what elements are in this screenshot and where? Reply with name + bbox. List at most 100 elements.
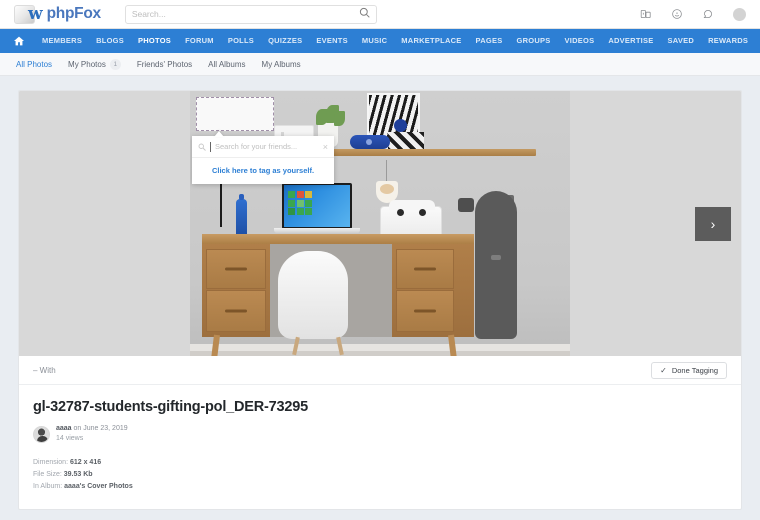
photo-blue-ball (394, 119, 407, 132)
photo-image[interactable]: Search for your friends... × Click here … (190, 91, 570, 356)
nav-item-advertise[interactable]: ADVERTISE (601, 29, 660, 53)
nav-item-music[interactable]: MUSIC (355, 29, 394, 53)
nav-item-quizzes[interactable]: QUIZZES (261, 29, 309, 53)
tag-popup: Search for your friends... × Click here … (192, 136, 334, 184)
tag-popup-close-icon[interactable]: × (323, 142, 328, 152)
photo-info: gl-32787-students-gifting-pol_DER-73295 … (19, 385, 741, 509)
nav-item-blogs[interactable]: BLOGS (89, 29, 131, 53)
nav-item-saved[interactable]: SAVED (661, 29, 702, 53)
photo-metadata: Dimension: 612 x 416 File Size: 39.53 Kb… (33, 457, 727, 493)
messages-icon[interactable] (671, 8, 683, 20)
subnav-label-all-albums: All Albums (208, 59, 246, 69)
check-icon: ✓ (660, 365, 667, 375)
photo-chair (278, 251, 348, 339)
photo-ironing-board (475, 191, 517, 339)
byline-text: aaaa on June 23, 2019 14 views (56, 424, 128, 444)
photo-desk-drawer (396, 290, 454, 332)
photo-laptop-base (274, 228, 360, 233)
next-photo-button[interactable]: › (695, 206, 731, 241)
photo-machine-eye (419, 209, 426, 216)
subnav-item-my-photos[interactable]: My Photos 1 (68, 58, 121, 70)
photo-card: Search for your friends... × Click here … (18, 90, 742, 511)
photo-desk-drawer (206, 249, 266, 289)
logo-fox-glyph-icon: w (28, 3, 43, 24)
meta-dimension: Dimension: 612 x 416 (33, 457, 727, 469)
photo-basket-string (386, 160, 387, 183)
site-logo[interactable]: w phpFox (14, 3, 101, 24)
posted-date: on June 23, 2019 (73, 425, 128, 432)
search-placeholder: Search... (131, 9, 166, 19)
subnav-item-all-photos[interactable]: All Photos (16, 60, 52, 69)
photo-plant-leaf (334, 111, 345, 126)
meta-dimension-label: Dimension: (33, 459, 69, 467)
photo-title: gl-32787-students-gifting-pol_DER-73295 (33, 399, 308, 415)
subnav-label-friends-photos: Friends' Photos (136, 59, 193, 69)
tag-search-input[interactable]: Search for your friends... (215, 142, 319, 151)
photo-floor (190, 351, 570, 356)
site-header: w phpFox Search... (0, 0, 760, 29)
meta-album-label: In Album: (33, 483, 63, 491)
user-avatar[interactable] (733, 7, 746, 21)
meta-filesize: File Size: 39.53 Kb (33, 469, 727, 481)
nav-item-rewards[interactable]: REWARDS (701, 29, 755, 53)
page-body: Search for your friends... × Click here … (0, 76, 760, 520)
main-navigation: MEMBERS BLOGS PHOTOS FORUM POLLS QUIZZES… (0, 29, 760, 53)
photos-subnav: All Photos My Photos 1 Friends' Photos A… (0, 53, 760, 76)
photo-bluetooth-speaker (350, 135, 390, 149)
tag-search-caret (210, 141, 211, 152)
tag-as-yourself-link[interactable]: Click here to tag as yourself. (192, 158, 334, 184)
chevron-right-icon: › (710, 215, 716, 232)
search-icon[interactable] (359, 5, 370, 23)
face-tag-box[interactable] (196, 97, 274, 131)
nav-item-videos[interactable]: VIDEOS (558, 29, 602, 53)
photo-laptop-screen (282, 183, 352, 229)
tag-search-row[interactable]: Search for your friends... × (192, 136, 334, 158)
meta-album: In Album: aaaa's Cover Photos (33, 481, 727, 493)
subnav-item-my-albums[interactable]: My Albums (262, 60, 301, 69)
photo-desk-top (202, 234, 474, 244)
logo-text: phpFox (46, 5, 101, 22)
photo-byline: aaaa on June 23, 2019 14 views (33, 424, 727, 444)
tag-search-icon (198, 143, 206, 151)
subnav-label-my-albums: My Albums (261, 59, 301, 69)
subnav-item-friends-photos[interactable]: Friends' Photos (137, 60, 192, 69)
photo-desk-drawer (206, 290, 266, 332)
subnav-label-all-photos: All Photos (16, 59, 53, 69)
nav-item-forum[interactable]: FORUM (178, 29, 221, 53)
subnav-item-all-albums[interactable]: All Albums (208, 60, 245, 69)
tagging-bar: – With ✓ Done Tagging (19, 356, 741, 385)
search-input[interactable]: Search... (124, 4, 377, 24)
photo-water-bottle (236, 194, 247, 237)
my-photos-count-badge: 1 (109, 58, 121, 70)
author-name[interactable]: aaaa (56, 425, 72, 432)
nav-item-marketplace[interactable]: MARKETPLACE (394, 29, 468, 53)
photo-desk-drawer (396, 249, 454, 289)
nav-item-pages[interactable]: PAGES (469, 29, 510, 53)
with-label: – With (33, 365, 56, 375)
author-and-date: aaaa on June 23, 2019 (56, 424, 128, 434)
photo-windows-tiles (288, 191, 312, 215)
nav-item-groups[interactable]: GROUPS (509, 29, 557, 53)
photo-wall-mount (458, 198, 474, 212)
nav-item-events[interactable]: EVENTS (309, 29, 355, 53)
nav-item-photos[interactable]: PHOTOS (131, 29, 178, 53)
photo-windows-desktop (284, 185, 350, 227)
tag-popup-pointer (214, 131, 224, 137)
nav-item-polls[interactable]: POLLS (221, 29, 261, 53)
home-icon[interactable] (14, 36, 24, 46)
done-tagging-label: Done Tagging (671, 365, 718, 375)
done-tagging-button[interactable]: ✓ Done Tagging (651, 361, 727, 379)
meta-filesize-label: File Size: (33, 471, 62, 479)
nav-item-members[interactable]: MEMBERS (35, 29, 89, 53)
notifications-icon[interactable] (702, 8, 714, 20)
meta-filesize-value: 39.53 Kb (63, 471, 93, 479)
view-count: 14 views (56, 435, 84, 443)
photo-viewer: Search for your friends... × Click here … (19, 91, 741, 356)
friends-icon[interactable] (640, 8, 652, 20)
photo-machine-eye (397, 209, 404, 216)
subnav-label-my-photos: My Photos (68, 59, 106, 69)
meta-album-value[interactable]: aaaa's Cover Photos (64, 483, 133, 490)
header-actions (640, 7, 746, 21)
author-avatar[interactable] (33, 425, 50, 443)
meta-dimension-value: 612 x 416 (69, 459, 102, 467)
